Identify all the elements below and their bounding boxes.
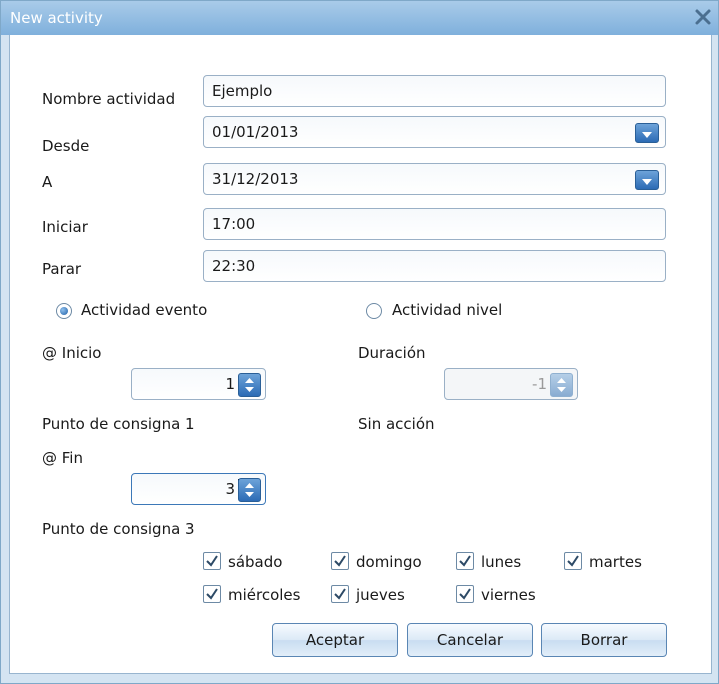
checkmark-icon: [206, 588, 218, 600]
checkbox-lunes[interactable]: [456, 552, 474, 570]
checkmark-icon: [206, 555, 218, 567]
checkbox-jueves[interactable]: [331, 585, 349, 603]
a-date-picker[interactable]: 31/12/2013: [203, 163, 666, 195]
fin-label: @ Fin: [42, 449, 83, 467]
actividad-evento-label[interactable]: Actividad evento: [81, 301, 207, 319]
close-icon[interactable]: [690, 4, 716, 30]
fin-caption: Punto de consigna 3: [42, 520, 195, 538]
dialog-title: New activity: [10, 9, 103, 27]
chevron-down-icon[interactable]: [635, 123, 659, 143]
day-label-lunes[interactable]: lunes: [481, 553, 521, 571]
parar-label: Parar: [42, 260, 82, 278]
iniciar-label: Iniciar: [42, 218, 88, 236]
a-date-value: 31/12/2013: [212, 170, 299, 188]
desde-label: Desde: [42, 137, 90, 155]
checkbox-miercoles[interactable]: [203, 585, 221, 603]
parar-time-input[interactable]: 22:30: [203, 250, 666, 282]
fin-spinner-value: 3: [225, 480, 235, 498]
inicio-spinner-value: 1: [225, 375, 235, 393]
spinner-arrows-icon[interactable]: [238, 478, 261, 502]
duracion-label: Duración: [358, 344, 426, 362]
checkmark-icon: [459, 588, 471, 600]
checkmark-icon: [334, 588, 346, 600]
aceptar-button[interactable]: Aceptar: [272, 623, 398, 657]
fin-spinner[interactable]: 3: [131, 473, 266, 505]
iniciar-time-input[interactable]: 17:00: [203, 208, 666, 240]
duracion-caption: Sin acción: [358, 415, 435, 433]
borrar-button[interactable]: Borrar: [541, 623, 667, 657]
inicio-label: @ Inicio: [42, 344, 102, 362]
day-label-sabado[interactable]: sábado: [228, 553, 282, 571]
dialog-body: Nombre actividad Ejemplo Desde 01/01/201…: [9, 35, 712, 674]
checkbox-domingo[interactable]: [331, 552, 349, 570]
actividad-nivel-label[interactable]: Actividad nivel: [392, 301, 502, 319]
inicio-caption: Punto de consigna 1: [42, 415, 195, 433]
actividad-nivel-radio[interactable]: [366, 303, 382, 319]
new-activity-dialog: New activity Nombre actividad Ejemplo De…: [0, 0, 719, 684]
radio-selected-dot: [60, 307, 68, 315]
nombre-actividad-label: Nombre actividad: [42, 90, 176, 108]
checkbox-sabado[interactable]: [203, 552, 221, 570]
day-label-domingo[interactable]: domingo: [356, 553, 422, 571]
duracion-spinner-value: -1: [532, 375, 547, 393]
day-label-viernes[interactable]: viernes: [481, 586, 536, 604]
spinner-arrows-icon[interactable]: [238, 373, 261, 397]
checkmark-icon: [567, 555, 579, 567]
a-label: A: [42, 173, 53, 191]
actividad-evento-radio[interactable]: [56, 303, 72, 319]
chevron-down-icon[interactable]: [635, 170, 659, 190]
checkbox-martes[interactable]: [564, 552, 582, 570]
checkmark-icon: [459, 555, 471, 567]
day-label-martes[interactable]: martes: [589, 553, 642, 571]
desde-date-value: 01/01/2013: [212, 123, 299, 141]
day-label-jueves[interactable]: jueves: [356, 586, 405, 604]
cancelar-button[interactable]: Cancelar: [407, 623, 533, 657]
checkbox-viernes[interactable]: [456, 585, 474, 603]
duracion-spinner[interactable]: -1: [444, 368, 578, 400]
nombre-actividad-input[interactable]: Ejemplo: [203, 75, 666, 107]
checkmark-icon: [334, 555, 346, 567]
spinner-arrows-icon[interactable]: [550, 373, 573, 397]
inicio-spinner[interactable]: 1: [131, 368, 266, 400]
desde-date-picker[interactable]: 01/01/2013: [203, 116, 666, 148]
day-label-miercoles[interactable]: miércoles: [228, 586, 300, 604]
title-bar[interactable]: New activity: [1, 1, 718, 35]
